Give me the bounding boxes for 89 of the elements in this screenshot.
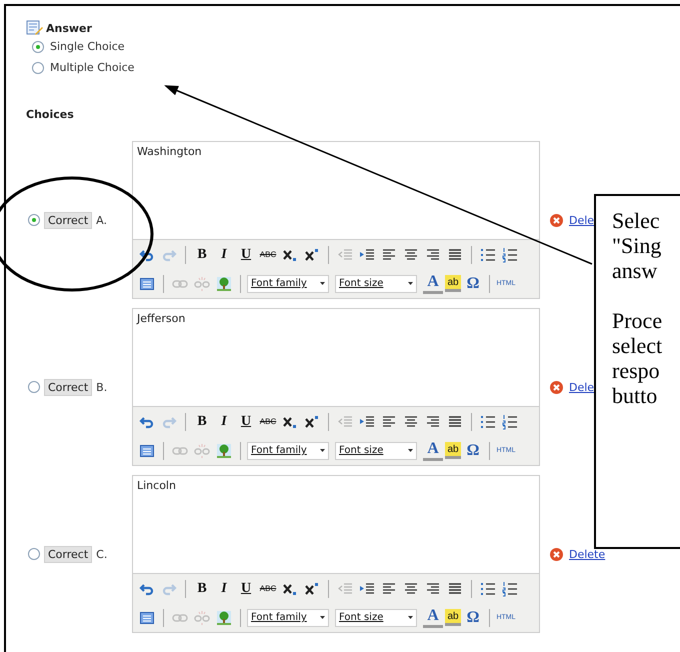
callout-text-line: butto [612, 383, 658, 408]
dropdown[interactable]: Font size [335, 608, 417, 626]
correct-label: Correct [44, 212, 92, 228]
table-icon[interactable] [139, 442, 155, 458]
choices-heading: Choices [26, 108, 75, 121]
superscript-icon[interactable] [304, 580, 320, 596]
special-character-button[interactable]: Ω [463, 608, 483, 628]
strikethrough-button[interactable]: ABC [258, 578, 278, 598]
align-left-icon[interactable] [381, 580, 397, 596]
radio-button[interactable] [28, 548, 40, 560]
radio-button[interactable] [32, 62, 44, 74]
align-right-icon[interactable] [425, 580, 441, 596]
choice-letter: A. [96, 214, 107, 226]
caret-icon [408, 616, 413, 619]
tree-picture-icon[interactable] [216, 276, 232, 292]
delete-link[interactable]: Delete [569, 548, 606, 560]
align-right-icon[interactable] [425, 414, 441, 430]
caret-icon [320, 449, 325, 452]
strikethrough-button[interactable]: ABC [258, 412, 278, 432]
option-label[interactable]: Single Choice [50, 40, 125, 53]
superscript-icon[interactable] [304, 414, 320, 430]
choice-letter: C. [96, 548, 108, 560]
callout-text-line: respo [612, 358, 661, 383]
correct-label: Correct [44, 378, 92, 396]
delete-icon[interactable] [550, 548, 563, 560]
radio-button[interactable] [28, 381, 40, 393]
align-center-icon[interactable] [403, 246, 419, 262]
strikethrough-button[interactable]: ABC [258, 244, 278, 264]
align-left-icon[interactable] [381, 414, 397, 430]
callout-text-line: answ [612, 258, 658, 283]
numbered-list-icon[interactable] [502, 246, 518, 262]
italic-button[interactable]: I [214, 244, 234, 264]
special-character-button[interactable]: Ω [463, 274, 483, 294]
highlight-color-button[interactable]: ab [445, 609, 461, 626]
bulleted-list-icon[interactable] [480, 414, 496, 430]
special-character-button[interactable]: Ω [463, 440, 483, 460]
dropdown[interactable]: Font family [247, 608, 329, 626]
dropdown[interactable]: Font size [335, 274, 417, 292]
choice-letter: B. [96, 380, 108, 394]
highlight-color-button[interactable]: ab [445, 275, 461, 292]
delete-icon[interactable] [550, 380, 563, 394]
answer-heading: Answer [46, 22, 92, 34]
underline-button[interactable]: U [236, 244, 256, 264]
tree-picture-icon[interactable] [216, 442, 232, 458]
align-justify-icon[interactable] [447, 414, 463, 430]
bulleted-list-icon[interactable] [480, 580, 496, 596]
align-justify-icon[interactable] [447, 246, 463, 262]
caret-icon [408, 282, 413, 285]
tree-picture-icon[interactable] [216, 610, 232, 626]
highlight-color-button[interactable]: ab [445, 442, 461, 459]
callout-text-line: "Sing [612, 233, 662, 258]
callout-text-line: select [612, 333, 664, 358]
align-right-icon[interactable] [425, 246, 441, 262]
numbered-list-icon[interactable] [502, 580, 518, 596]
form-edit-icon [26, 20, 44, 36]
callout-text-line: Proce [612, 308, 664, 333]
caret-icon [408, 449, 413, 452]
bold-button[interactable]: B [192, 412, 212, 432]
numbered-list-icon[interactable] [502, 414, 518, 430]
caret-icon [320, 616, 325, 619]
indent-icon[interactable] [359, 414, 375, 430]
align-center-icon[interactable] [403, 580, 419, 596]
italic-button[interactable]: I [214, 412, 234, 432]
option-label[interactable]: Multiple Choice [50, 61, 134, 74]
delete-link[interactable]: Dele [569, 380, 594, 394]
bold-button[interactable]: B [192, 244, 212, 264]
delete-link[interactable]: Dele [569, 214, 594, 226]
superscript-icon[interactable] [304, 246, 320, 262]
radio-button[interactable] [28, 214, 40, 226]
table-icon[interactable] [139, 610, 155, 626]
align-center-icon[interactable] [403, 414, 419, 430]
dropdown[interactable]: Font family [247, 274, 329, 292]
caret-icon [320, 282, 325, 285]
radio-button[interactable] [32, 40, 44, 52]
dropdown[interactable]: Font size [335, 442, 417, 460]
indent-icon[interactable] [359, 580, 375, 596]
bold-button[interactable]: B [192, 578, 212, 598]
align-left-icon[interactable] [381, 246, 397, 262]
dropdown[interactable]: Font family [247, 442, 329, 460]
italic-button[interactable]: I [214, 578, 234, 598]
underline-button[interactable]: U [236, 578, 256, 598]
callout-text-line: Selec [612, 208, 661, 233]
table-icon[interactable] [139, 276, 155, 292]
bulleted-list-icon[interactable] [480, 246, 496, 262]
delete-icon[interactable] [550, 214, 563, 226]
indent-icon[interactable] [359, 246, 375, 262]
underline-button[interactable]: U [236, 412, 256, 432]
align-justify-icon[interactable] [447, 580, 463, 596]
correct-label: Correct [44, 546, 92, 562]
